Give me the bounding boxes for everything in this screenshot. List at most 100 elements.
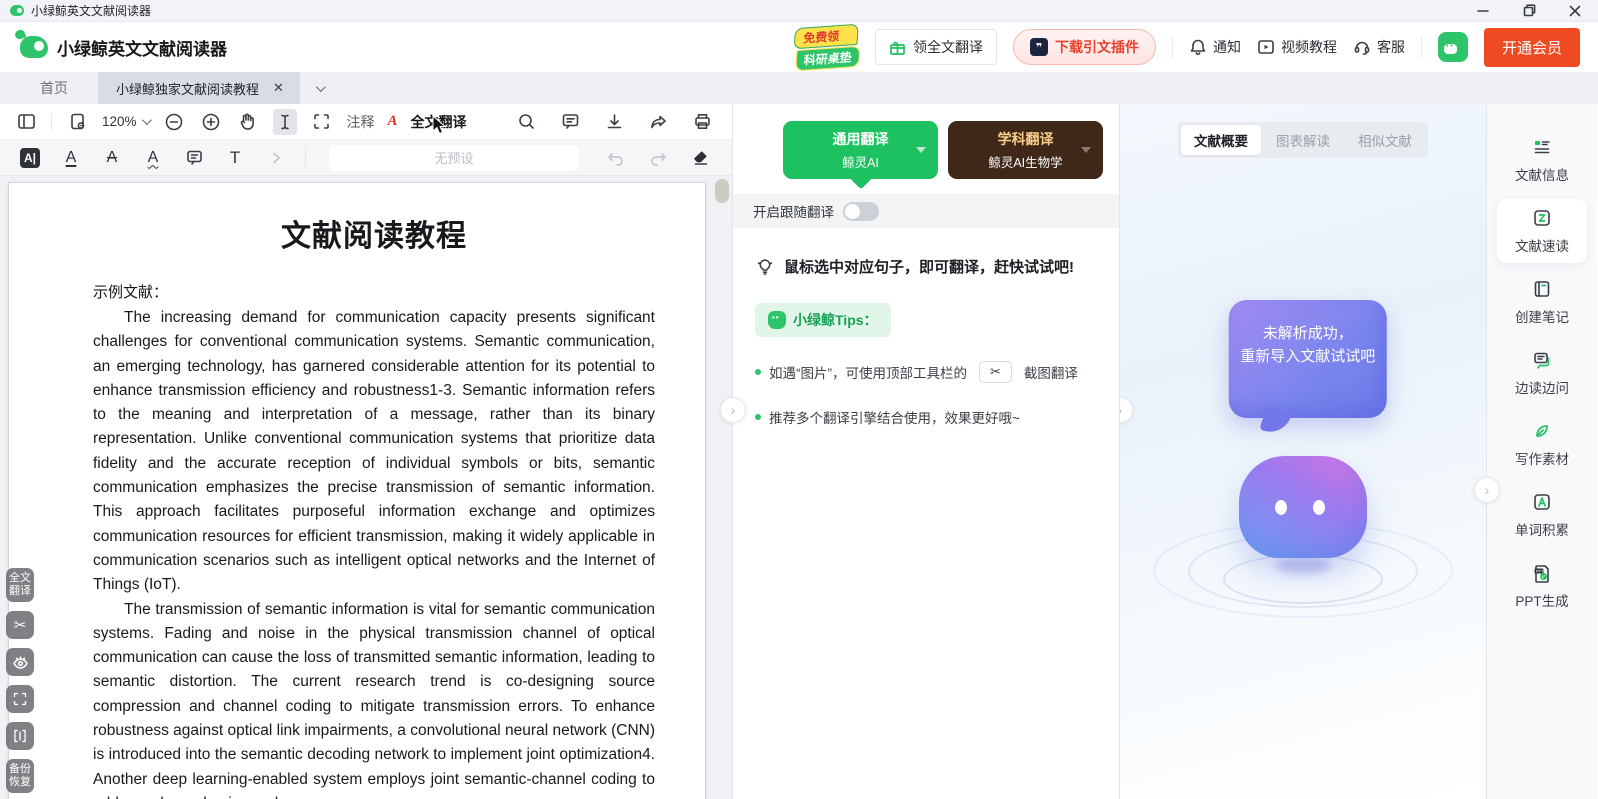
squiggly-underline-button[interactable]: A bbox=[141, 145, 165, 171]
zoom-out-button[interactable] bbox=[162, 109, 186, 135]
download-button[interactable] bbox=[602, 109, 626, 135]
full-text-translate-button[interactable]: 全文翻译 bbox=[411, 112, 467, 132]
translation-panel: › 通用翻译 鲸灵AI 学科翻译 鲸灵AI生物学 开启跟随翻译 鼠标选中对应句子… bbox=[733, 104, 1120, 799]
comments-button[interactable] bbox=[558, 109, 582, 135]
customer-service-label: 客服 bbox=[1377, 37, 1405, 57]
follow-translate-toggle[interactable] bbox=[843, 202, 879, 221]
tab-figure-analysis[interactable]: 图表解读 bbox=[1263, 125, 1343, 155]
undo-button[interactable] bbox=[604, 145, 628, 171]
bullet-icon bbox=[755, 369, 761, 375]
translation-panel-collapse-handle[interactable]: › bbox=[720, 397, 746, 423]
zoom-in-button[interactable] bbox=[199, 109, 223, 135]
dock-eye-protect-button[interactable] bbox=[6, 648, 34, 676]
strikethrough-button[interactable]: A bbox=[100, 145, 124, 171]
sidebar-item-ask-while-reading[interactable]: 边读边问 bbox=[1497, 341, 1587, 405]
parse-status-line2: 重新导入文献试试吧 bbox=[1229, 345, 1387, 368]
tab-document-label: 小绿鲸独家文献阅读教程 bbox=[116, 79, 259, 98]
tip1-suffix: 截图翻译 bbox=[1024, 362, 1078, 382]
tip-item-screenshot: 如遇“图片”，可使用顶部工具栏的 ✂ 截图翻译 bbox=[755, 361, 1099, 383]
tab-home[interactable]: 首页 bbox=[10, 72, 98, 104]
insight-panel-collapse-handle[interactable]: › bbox=[1120, 397, 1133, 423]
page-settings-button[interactable] bbox=[65, 109, 89, 135]
more-annotation-tools-button[interactable] bbox=[264, 145, 288, 171]
customer-service-button[interactable]: 客服 bbox=[1353, 37, 1405, 57]
dock-screenshot-translate-button[interactable]: ✂ bbox=[6, 611, 34, 639]
headset-icon bbox=[1353, 38, 1371, 56]
app-logo-icon bbox=[20, 36, 48, 58]
download-plugin-button[interactable]: ❞ 下载引文插件 bbox=[1013, 29, 1156, 65]
sidebar-item-vocabulary[interactable]: 单词积累 bbox=[1497, 483, 1587, 547]
add-note-button[interactable] bbox=[182, 145, 206, 171]
insight-panel: › 文献概要 图表解读 相似文献 未解析成功， 重新导入文献试试吧 bbox=[1120, 104, 1487, 799]
chevron-down-icon bbox=[141, 115, 151, 125]
upgrade-membership-button[interactable]: 开通会员 bbox=[1484, 28, 1580, 67]
vertical-scrollbar-thumb[interactable] bbox=[715, 179, 729, 203]
text-tool-icon: T bbox=[230, 149, 240, 166]
text-annotation-button[interactable]: T bbox=[223, 145, 247, 171]
hand-tool-button[interactable] bbox=[236, 109, 260, 135]
document-paragraph-2: The transmission of semantic information… bbox=[93, 598, 655, 799]
sidebar-item-create-note[interactable]: 创建笔记 bbox=[1497, 270, 1587, 334]
translation-engine-row: 通用翻译 鲸灵AI 学科翻译 鲸灵AI生物学 bbox=[733, 104, 1119, 179]
sidebar-item-label: 写作素材 bbox=[1515, 448, 1569, 468]
toolbar-divider bbox=[51, 113, 52, 131]
follow-translate-row: 开启跟随翻译 bbox=[733, 194, 1119, 228]
tab-close-icon[interactable]: ✕ bbox=[271, 80, 286, 96]
subject-translate-engine-button[interactable]: 学科翻译 鲸灵AI生物学 bbox=[948, 121, 1103, 179]
parse-status-line1: 未解析成功， bbox=[1229, 322, 1387, 345]
highlight-underline-button[interactable]: A bbox=[59, 145, 83, 171]
sidebar-item-label: 边读边问 bbox=[1515, 377, 1569, 397]
share-button[interactable] bbox=[646, 109, 670, 135]
redo-button[interactable] bbox=[646, 145, 670, 171]
tab-document-active[interactable]: 小绿鲸独家文献阅读教程 ✕ bbox=[98, 72, 300, 104]
user-avatar[interactable] bbox=[1438, 32, 1468, 62]
header-divider bbox=[1172, 36, 1173, 58]
note-icon bbox=[1531, 278, 1553, 300]
print-button[interactable] bbox=[690, 109, 714, 135]
strikethrough-icon: A bbox=[107, 150, 118, 166]
dock-backup-restore-button[interactable]: 备份恢复 bbox=[6, 759, 34, 793]
zoom-level-select[interactable]: 120% bbox=[102, 114, 149, 129]
sidebar-item-speed-read[interactable]: 文献速读 bbox=[1497, 199, 1587, 263]
tools-sidebar-collapse-handle[interactable]: › bbox=[1474, 477, 1500, 503]
bell-icon bbox=[1189, 38, 1207, 56]
sidebar-toggle-button[interactable] bbox=[14, 109, 38, 135]
ai-select-translate-button[interactable]: A| bbox=[18, 145, 42, 171]
dock-split-view-button[interactable] bbox=[6, 722, 34, 750]
general-translate-engine: 鲸灵AI bbox=[842, 152, 879, 171]
screenshot-translate-chip[interactable]: ✂ bbox=[979, 361, 1012, 383]
feather-icon bbox=[1531, 420, 1553, 442]
chevron-down-icon bbox=[316, 82, 326, 92]
eraser-button[interactable] bbox=[688, 145, 712, 171]
general-translate-title: 通用翻译 bbox=[833, 129, 889, 149]
promo-badge[interactable]: 免费领 科研桌垫 bbox=[794, 23, 861, 70]
sidebar-item-writing-material[interactable]: 写作素材 bbox=[1497, 412, 1587, 476]
sidebar-item-label: 单词积累 bbox=[1515, 519, 1569, 539]
text-select-tool-button[interactable] bbox=[273, 109, 297, 135]
sidebar-item-ppt-generate[interactable]: PPT PPT生成 bbox=[1497, 554, 1587, 618]
chevron-down-icon bbox=[1081, 147, 1091, 153]
search-button[interactable] bbox=[514, 109, 538, 135]
video-icon bbox=[1257, 38, 1275, 56]
sidebar-item-label: 文献信息 bbox=[1515, 164, 1569, 184]
fullscreen-button[interactable] bbox=[310, 109, 334, 135]
close-button[interactable] bbox=[1552, 0, 1598, 22]
video-tutorial-button[interactable]: 视频教程 bbox=[1257, 37, 1337, 57]
notifications-button[interactable]: 通知 bbox=[1189, 37, 1241, 57]
dock-fullscreen-button[interactable] bbox=[6, 685, 34, 713]
doc-info-icon bbox=[1531, 136, 1553, 158]
annotation-toolbar: A| A A A T 无预设 bbox=[0, 140, 732, 176]
minimize-button[interactable] bbox=[1460, 0, 1506, 22]
general-translate-engine-button[interactable]: 通用翻译 鲸灵AI bbox=[783, 121, 938, 179]
claim-translation-button[interactable]: 领全文翻译 bbox=[875, 29, 997, 65]
annotate-mode-button[interactable]: 注释 bbox=[347, 112, 375, 132]
sidebar-item-doc-info[interactable]: 文献信息 bbox=[1497, 128, 1587, 192]
mascot-character bbox=[1239, 456, 1367, 558]
annotation-preset-select[interactable]: 无预设 bbox=[329, 145, 579, 171]
restore-button[interactable] bbox=[1506, 0, 1552, 22]
tab-list-dropdown[interactable] bbox=[300, 72, 340, 104]
tab-doc-overview[interactable]: 文献概要 bbox=[1181, 125, 1261, 155]
pdf-page[interactable]: 文献阅读教程 示例文献： The increasing demand for c… bbox=[8, 182, 706, 799]
tab-similar-papers[interactable]: 相似文献 bbox=[1345, 125, 1425, 155]
dock-full-translate-button[interactable]: 全文翻译 bbox=[6, 568, 34, 602]
